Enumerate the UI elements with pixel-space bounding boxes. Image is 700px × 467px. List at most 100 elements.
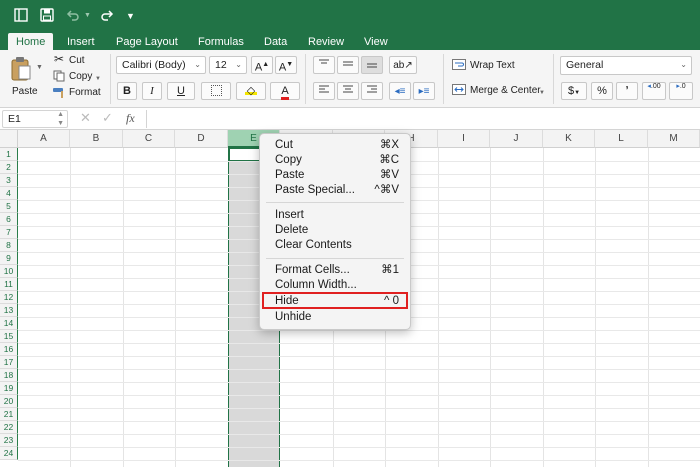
font-size-select[interactable]: 12 ⌄ (209, 56, 247, 74)
tab-page-layout[interactable]: Page Layout (108, 33, 186, 50)
row-header[interactable]: 8 (0, 239, 18, 252)
percent-button[interactable]: % (591, 82, 613, 100)
column-header-m[interactable]: M (648, 130, 700, 148)
row-header[interactable]: 14 (0, 317, 18, 330)
column-header-j[interactable]: J (490, 130, 543, 148)
menu-item-paste-special[interactable]: Paste Special... ^⌘V (275, 183, 407, 198)
tab-view[interactable]: View (356, 33, 396, 50)
row-header[interactable]: 4 (0, 187, 18, 200)
borders-button[interactable] (201, 82, 231, 100)
cancel-icon[interactable]: ✕ (80, 111, 91, 124)
redo-icon[interactable] (100, 8, 114, 25)
align-top-button[interactable] (313, 56, 335, 74)
row-header[interactable]: 9 (0, 252, 18, 265)
paste-label[interactable]: Paste (12, 86, 38, 98)
paste-icon[interactable] (10, 56, 32, 85)
menu-item-cut[interactable]: Cut ⌘X (275, 138, 407, 153)
copy-button[interactable]: Copy (69, 71, 92, 83)
row-header[interactable]: 20 (0, 395, 18, 408)
row-header[interactable]: 24 (0, 447, 18, 460)
row-header[interactable]: 5 (0, 200, 18, 213)
cut-icon[interactable]: ✂ (54, 53, 64, 65)
row-header[interactable]: 23 (0, 434, 18, 447)
menu-item-hide[interactable]: Hide ^ 0 (275, 294, 407, 309)
menu-item-column-width[interactable]: Column Width... (275, 278, 407, 293)
comma-style-button[interactable]: ʼ (616, 82, 638, 100)
row-header[interactable]: 10 (0, 265, 18, 278)
increase-font-size-button[interactable]: A▲ (251, 56, 273, 74)
row-header[interactable]: 2 (0, 161, 18, 174)
row-header[interactable]: 15 (0, 330, 18, 343)
enter-icon[interactable]: ✓ (102, 111, 113, 124)
column-header-l[interactable]: L (595, 130, 648, 148)
menu-item-copy[interactable]: Copy ⌘C (275, 153, 407, 168)
column-header-d[interactable]: D (175, 130, 228, 148)
select-all-corner[interactable] (0, 130, 18, 148)
menu-item-insert[interactable]: Insert (275, 208, 407, 223)
decrease-indent-button[interactable]: ◂≡ (389, 82, 411, 100)
menu-item-paste[interactable]: Paste ⌘V (275, 168, 407, 183)
customize-toolbar-icon[interactable]: ▼ (126, 8, 135, 24)
copy-icon[interactable] (53, 70, 65, 86)
row-header[interactable]: 16 (0, 343, 18, 356)
row-header[interactable]: 17 (0, 356, 18, 369)
align-bottom-button[interactable] (361, 56, 383, 74)
undo-icon[interactable] (66, 8, 80, 25)
tab-data[interactable]: Data (256, 33, 295, 50)
wrap-text-button[interactable]: Wrap Text (470, 60, 515, 72)
format-painter-icon[interactable] (52, 87, 66, 103)
paste-dropdown-icon[interactable]: ▼ (36, 62, 43, 74)
tab-home[interactable]: Home (8, 33, 54, 50)
column-header-i[interactable]: I (438, 130, 490, 148)
bold-button[interactable]: B (117, 82, 137, 100)
column-header-c[interactable]: C (123, 130, 175, 148)
decrease-font-size-button[interactable]: A▼ (275, 56, 297, 74)
column-header-k[interactable]: K (543, 130, 595, 148)
name-box[interactable]: E1 ▲ ▼ (2, 110, 68, 128)
align-right-button[interactable] (361, 82, 383, 100)
save-icon[interactable] (40, 8, 54, 25)
merge-dropdown-icon[interactable]: ▼ (539, 87, 545, 99)
tab-formulas[interactable]: Formulas (190, 33, 252, 50)
row-header[interactable]: 6 (0, 213, 18, 226)
align-middle-button[interactable] (337, 56, 359, 74)
font-name-select[interactable]: Calibri (Body) ⌄ (116, 56, 206, 74)
fill-color-button[interactable]: ◇ (236, 82, 266, 100)
column-header-b[interactable]: B (70, 130, 123, 148)
align-left-button[interactable] (313, 82, 335, 100)
row-header[interactable]: 11 (0, 278, 18, 291)
merge-center-button[interactable]: Merge & Center (470, 85, 541, 97)
insert-function-button[interactable]: fx (126, 112, 135, 124)
underline-button[interactable]: U (167, 82, 195, 100)
row-header[interactable]: 3 (0, 174, 18, 187)
row-header[interactable]: 7 (0, 226, 18, 239)
row-header[interactable]: 22 (0, 421, 18, 434)
menu-item-format-cells[interactable]: Format Cells... ⌘1 (275, 263, 407, 278)
copy-dropdown-icon[interactable]: ▼ (95, 73, 101, 85)
row-header[interactable]: 19 (0, 382, 18, 395)
font-color-button[interactable]: A (270, 82, 300, 100)
italic-button[interactable]: I (142, 82, 162, 100)
cut-button[interactable]: Cut (69, 55, 85, 67)
row-header[interactable]: 21 (0, 408, 18, 421)
row-header[interactable]: 13 (0, 304, 18, 317)
align-center-button[interactable] (337, 82, 359, 100)
menu-item-delete[interactable]: Delete (275, 223, 407, 238)
orientation-button[interactable]: ab↗ (389, 56, 417, 74)
sidebar-toggle-icon[interactable] (14, 8, 28, 25)
row-header[interactable]: 1 (0, 148, 18, 161)
number-format-select[interactable]: General ⌄ (560, 56, 692, 75)
increase-decimal-button[interactable]: ◂.00 (642, 82, 666, 100)
menu-item-clear-contents[interactable]: Clear Contents (275, 238, 407, 253)
row-header[interactable]: 12 (0, 291, 18, 304)
row-header[interactable]: 18 (0, 369, 18, 382)
undo-dropdown-icon[interactable]: ▼ (84, 8, 91, 24)
decrease-decimal-button[interactable]: ▸.0 (669, 82, 693, 100)
increase-indent-button[interactable]: ▸≡ (413, 82, 435, 100)
tab-insert[interactable]: Insert (59, 33, 103, 50)
tab-review[interactable]: Review (300, 33, 352, 50)
menu-item-unhide[interactable]: Unhide (275, 310, 407, 325)
format-painter-button[interactable]: Format (69, 87, 101, 99)
currency-button[interactable]: $▼ (561, 82, 587, 100)
formula-input[interactable] (146, 110, 698, 128)
